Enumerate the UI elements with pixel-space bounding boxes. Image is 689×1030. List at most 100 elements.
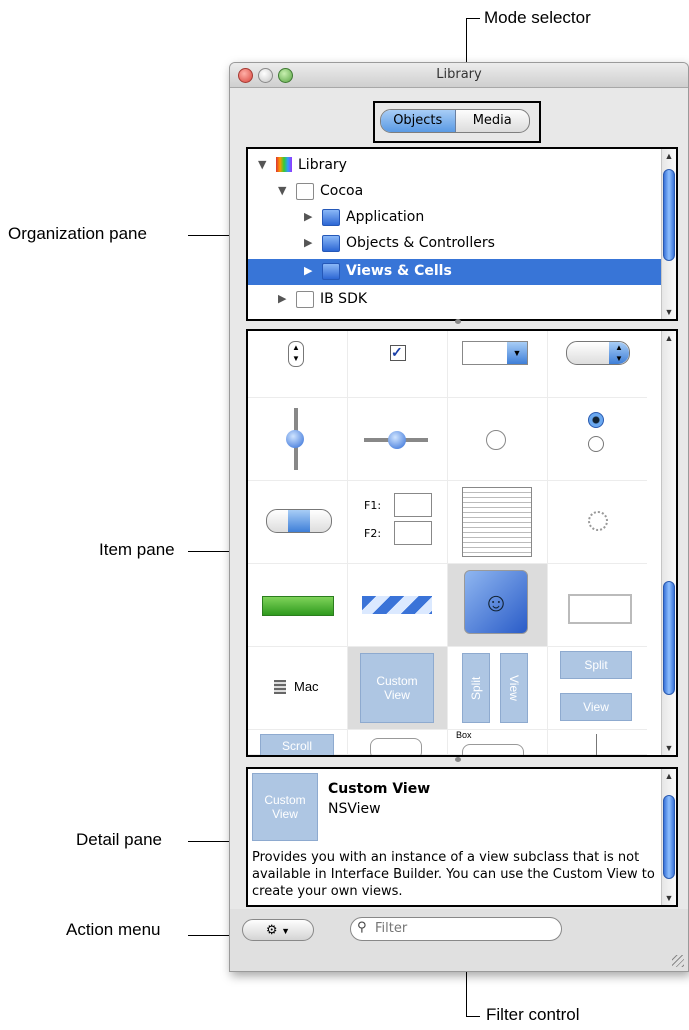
item-progress-indicator[interactable] (548, 481, 647, 564)
item-pane-callout: Item pane (99, 540, 175, 559)
popup-button-icon: ▼ (462, 341, 528, 365)
scroll-down-icon[interactable]: ▼ (662, 743, 676, 753)
separator-icon (596, 734, 597, 755)
checkbox-icon: ✓ (390, 345, 406, 361)
item-circular-slider[interactable] (448, 398, 548, 481)
tree-row-application[interactable]: ▶ Application (248, 205, 661, 231)
scroll-thumb[interactable] (663, 169, 675, 261)
tree-row-objects-controllers[interactable]: ▶ Objects & Controllers (248, 231, 661, 257)
item-pulldown-button[interactable]: ▲ ▼ (548, 331, 647, 398)
item-scroll-view[interactable]: Scroll (248, 730, 348, 755)
library-icon (276, 157, 292, 172)
item-horizontal-slider[interactable] (348, 398, 448, 481)
spinner-icon (588, 511, 608, 531)
tree-row-library[interactable]: ▼ Library (248, 153, 661, 179)
folder-icon (296, 183, 314, 200)
slider-knob-icon (388, 431, 406, 449)
item-vertical-slider[interactable] (248, 398, 348, 481)
item-text-view[interactable] (448, 481, 548, 564)
bottom-bar: ⚙ ▼ ⚲ (230, 909, 688, 971)
blue-folder-icon (322, 263, 340, 280)
disclosure-triangle-icon[interactable]: ▼ (278, 184, 286, 197)
disclosure-triangle-icon[interactable]: ▶ (304, 236, 312, 249)
view-text: View (507, 675, 521, 701)
custom-view-text: Custom (376, 674, 418, 688)
thumbnail-text: View (272, 807, 298, 821)
detail-pane-callout: Detail pane (76, 830, 163, 849)
radio-unselected-icon (588, 436, 604, 452)
mode-selector[interactable]: Objects Media (380, 109, 530, 133)
item-split-bar[interactable] (248, 564, 348, 647)
item-scrollbar[interactable]: ▲ ▼ (661, 331, 676, 755)
split-pane-icon: View (560, 693, 632, 721)
green-bar-icon (262, 596, 334, 616)
scroll-up-icon[interactable]: ▲ (662, 333, 676, 343)
circular-slider-icon (486, 430, 506, 450)
splitter-handle[interactable] (455, 757, 461, 762)
title-bar[interactable]: Library (230, 63, 688, 88)
item-popup-button[interactable]: ▼ (448, 331, 548, 398)
library-window: Library Objects Media ▼ Library ▼ Cocoa … (229, 62, 689, 972)
scroll-thumb[interactable] (663, 581, 675, 695)
item-image-well[interactable]: ☺ (448, 564, 548, 647)
tree-label: IB SDK (320, 291, 368, 307)
disclosure-triangle-icon[interactable]: ▼ (258, 158, 266, 171)
folder-icon (296, 291, 314, 308)
item-custom-view[interactable]: Custom View (348, 647, 448, 730)
item-checkbox[interactable]: ✓ (348, 331, 448, 398)
item-radio-group[interactable] (548, 398, 647, 481)
detail-pane: Custom View Custom View NSView Provides … (246, 767, 678, 907)
scroll-down-icon[interactable]: ▼ (662, 307, 676, 317)
detail-class: NSView (328, 801, 381, 817)
organization-scrollbar[interactable]: ▲ ▼ (661, 149, 676, 319)
menu-doc-icon (274, 680, 286, 694)
scroll-text: Scroll (281, 739, 312, 753)
callout-line (466, 1016, 480, 1017)
tree-row-ib-sdk[interactable]: ▶ IB SDK (248, 287, 661, 313)
item-segmented-control[interactable] (248, 481, 348, 564)
disclosure-triangle-icon[interactable]: ▶ (304, 210, 312, 223)
item-vertical-split-view[interactable]: Split View (448, 647, 548, 730)
objects-tab[interactable]: Objects (381, 110, 456, 132)
tree-row-views-cells[interactable]: ▶ Views & Cells (248, 259, 661, 285)
form-field (394, 493, 432, 517)
tab-view-icon (370, 738, 422, 755)
detail-name: Custom View (328, 781, 431, 797)
splitter-handle[interactable] (455, 319, 461, 324)
tree-label: Application (346, 209, 425, 225)
filter-input[interactable] (373, 920, 557, 937)
stepper-icon: ▲ ▼ (288, 341, 304, 367)
scroll-thumb[interactable] (663, 795, 675, 879)
custom-view-icon: Custom View (360, 653, 434, 723)
blue-folder-icon (322, 235, 340, 252)
item-titled-box[interactable]: Box (448, 730, 548, 755)
detail-scrollbar[interactable]: ▲ ▼ (661, 769, 676, 905)
tree-row-cocoa[interactable]: ▼ Cocoa (248, 179, 661, 205)
item-tab-view[interactable] (348, 730, 448, 755)
form-field (394, 521, 432, 545)
media-tab[interactable]: Media (456, 110, 530, 132)
item-horizontal-split-view[interactable]: Split View (548, 647, 647, 730)
item-gradient-bar[interactable] (348, 564, 448, 647)
scroll-up-icon[interactable]: ▲ (662, 151, 676, 161)
item-form[interactable]: F1: F2: (348, 481, 448, 564)
scroll-down-icon[interactable]: ▼ (662, 893, 676, 903)
filter-field[interactable]: ⚲ (350, 917, 562, 941)
item-stepper[interactable]: ▲ ▼ (248, 331, 348, 398)
disclosure-triangle-icon[interactable]: ▶ (304, 264, 312, 277)
slider-knob-icon (286, 430, 304, 448)
gear-icon: ⚙ (265, 922, 278, 937)
box-icon (568, 594, 632, 624)
item-separator[interactable] (548, 730, 647, 755)
resize-grip-icon[interactable] (672, 955, 684, 967)
tree-label: Cocoa (320, 183, 364, 199)
text-view-icon (462, 487, 532, 557)
disclosure-triangle-icon[interactable]: ▶ (278, 292, 286, 305)
item-box[interactable] (548, 564, 647, 647)
item-mac-menu[interactable]: Mac (248, 647, 348, 730)
window-title: Library (436, 67, 482, 82)
scroll-up-icon[interactable]: ▲ (662, 771, 676, 781)
split-text: Split (584, 658, 608, 672)
action-menu-button[interactable]: ⚙ ▼ (242, 919, 314, 941)
finder-icon: ☺ (464, 570, 528, 634)
